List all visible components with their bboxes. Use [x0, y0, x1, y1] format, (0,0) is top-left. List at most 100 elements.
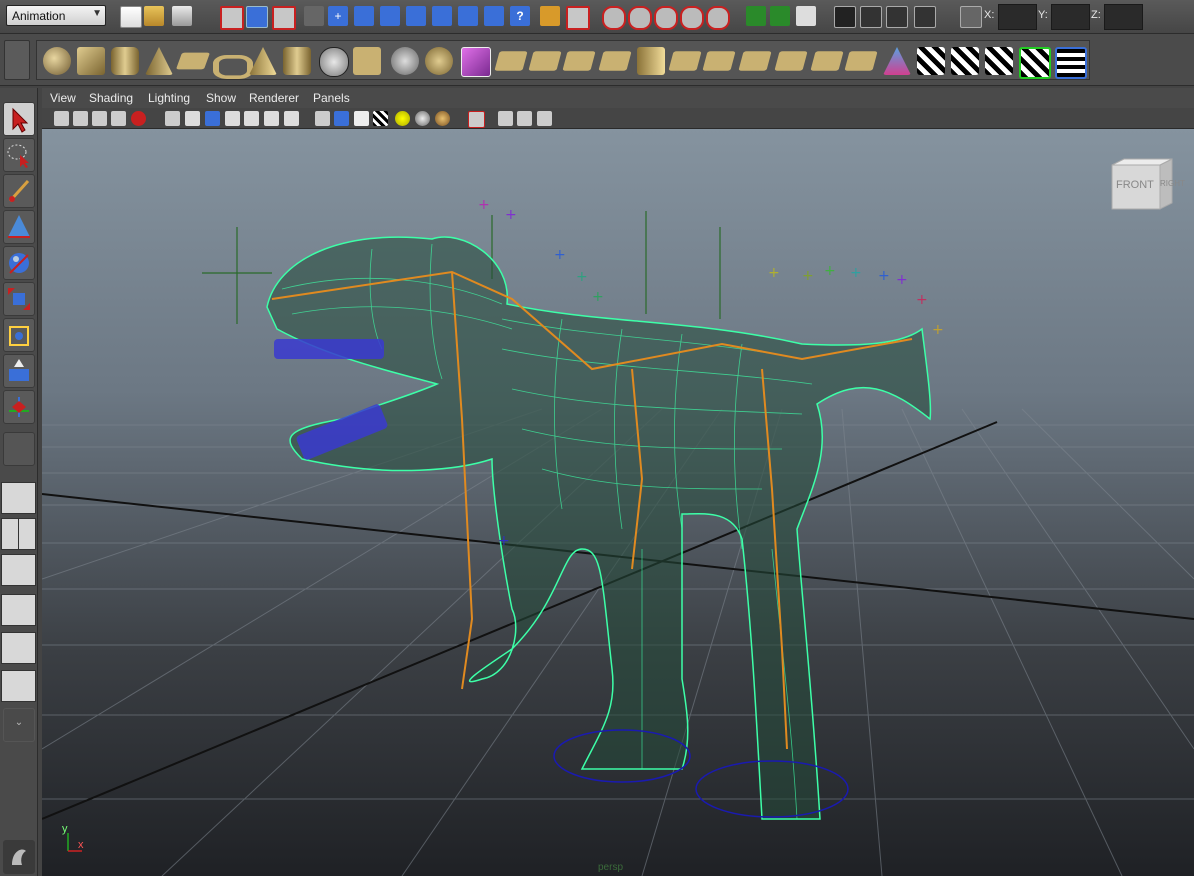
select-by-object-icon[interactable]	[246, 6, 268, 28]
wireframe-on-shaded-icon[interactable]	[354, 111, 369, 126]
nurbs-torus-icon[interactable]	[213, 55, 253, 79]
move-tool-icon[interactable]	[3, 210, 35, 244]
select-camera-icon[interactable]	[54, 111, 69, 126]
split-face-icon[interactable]	[637, 47, 665, 75]
checker-green-icon[interactable]	[1019, 47, 1051, 79]
menu-shading[interactable]: Shading	[89, 91, 133, 105]
poly-pyramid-icon[interactable]	[249, 47, 277, 75]
bookmarks-icon[interactable]	[92, 111, 107, 126]
hypershade-layout-icon[interactable]	[1, 632, 36, 664]
select-by-component-icon[interactable]	[272, 6, 296, 30]
snap-point-icon[interactable]	[654, 6, 678, 30]
edge-move-icon[interactable]	[774, 51, 808, 71]
menu-view[interactable]: View	[50, 91, 76, 105]
snap-curve-icon[interactable]	[628, 6, 652, 30]
subdiv-face-icon[interactable]	[598, 51, 632, 71]
nurbs-sphere-icon[interactable]	[43, 47, 71, 75]
highlight-icon[interactable]	[566, 6, 590, 30]
grid-toggle-icon[interactable]	[185, 111, 200, 126]
universal-manipulator-icon[interactable]	[3, 318, 35, 352]
xray-icon[interactable]	[498, 111, 513, 126]
show-manipulator-icon[interactable]	[3, 390, 35, 424]
merge-icon[interactable]	[810, 51, 844, 71]
snap-grid-icon[interactable]	[602, 6, 626, 30]
subdiv-pointer-icon[interactable]	[528, 51, 562, 71]
nurbs-cylinder-icon[interactable]	[111, 47, 139, 75]
facet-icon[interactable]	[702, 51, 736, 71]
select-rendering-icon[interactable]	[484, 6, 504, 26]
collapse-icon[interactable]	[668, 51, 702, 71]
lock-icon[interactable]	[540, 6, 560, 26]
checker-2-icon[interactable]	[951, 47, 979, 75]
resolution-gate-icon[interactable]	[225, 111, 240, 126]
camera-attributes-icon[interactable]	[73, 111, 88, 126]
help-icon[interactable]: ?	[510, 6, 530, 26]
snap-view-plane-icon[interactable]	[680, 6, 704, 30]
perspective-viewport[interactable]: + + + + + + + + + + + + + + y x FRONT RI…	[42, 129, 1194, 876]
four-pane-layout-icon[interactable]	[1, 518, 36, 550]
history-icon[interactable]	[796, 6, 816, 26]
last-tool-icon[interactable]	[3, 432, 35, 466]
select-curve-icon[interactable]	[380, 6, 400, 26]
2d-pan-zoom-icon[interactable]	[131, 111, 146, 126]
wireframe-shading-icon[interactable]	[315, 111, 330, 126]
lasso-tool-icon[interactable]	[3, 138, 35, 172]
persp-graph-layout-icon[interactable]	[1, 594, 36, 626]
x-field[interactable]	[998, 4, 1037, 30]
select-deformation-icon[interactable]	[432, 6, 452, 26]
film-gate-icon[interactable]	[205, 111, 220, 126]
single-pane-layout-icon[interactable]	[1, 482, 36, 514]
nurbs-cone-icon[interactable]	[145, 47, 173, 75]
isolate-select-icon[interactable]	[468, 111, 485, 128]
all-lights-icon[interactable]	[415, 111, 430, 126]
render-view-icon[interactable]	[834, 6, 856, 28]
split-edge-icon[interactable]	[562, 51, 596, 71]
nurbs-plane-icon[interactable]	[175, 52, 211, 70]
render-settings-icon[interactable]	[914, 6, 936, 28]
snap-live-icon[interactable]	[706, 6, 730, 30]
append-icon[interactable]	[844, 51, 878, 71]
xray-joints-icon[interactable]	[517, 111, 532, 126]
layout-menu-icon[interactable]: ⌄	[3, 708, 35, 742]
xray-components-icon[interactable]	[537, 111, 552, 126]
poly-cube-highlight-icon[interactable]	[461, 47, 491, 77]
poly-cube-icon[interactable]	[425, 47, 453, 75]
checker-grid-icon[interactable]	[1055, 47, 1087, 79]
checker-1-icon[interactable]	[917, 47, 945, 75]
field-chart-icon[interactable]	[264, 111, 279, 126]
face-cut-icon[interactable]	[738, 51, 772, 71]
image-plane-icon[interactable]	[111, 111, 126, 126]
menu-panels[interactable]: Panels	[313, 91, 350, 105]
select-dynamic-icon[interactable]	[458, 6, 478, 26]
input-line-icon[interactable]	[960, 6, 982, 28]
smooth-shade-icon[interactable]	[334, 111, 349, 126]
select-joint-icon[interactable]	[354, 6, 374, 26]
checker-3-icon[interactable]	[985, 47, 1013, 75]
select-handle-icon[interactable]: +	[328, 6, 348, 26]
shadows-icon[interactable]	[435, 111, 450, 126]
save-scene-icon[interactable]	[172, 6, 192, 26]
default-lighting-icon[interactable]	[395, 111, 410, 126]
menu-renderer[interactable]: Renderer	[249, 91, 299, 105]
nurbs-cube-icon[interactable]	[77, 47, 105, 75]
ipr-icon[interactable]	[886, 6, 908, 28]
select-by-hierarchy-icon[interactable]	[220, 6, 244, 30]
render-frame-icon[interactable]	[860, 6, 882, 28]
new-scene-icon[interactable]	[120, 6, 142, 28]
rotate-tool-icon[interactable]	[3, 246, 35, 280]
menu-set-dropdown[interactable]: Animation ▼	[6, 5, 106, 26]
subdiv-plane-icon[interactable]	[494, 51, 528, 71]
shelf-menu-handle[interactable]	[4, 40, 30, 80]
outliner-persp-layout-icon[interactable]	[1, 554, 36, 586]
input-icon[interactable]	[746, 6, 766, 26]
gate-mask-icon[interactable]	[244, 111, 259, 126]
mask-icon[interactable]	[304, 6, 324, 26]
open-scene-icon[interactable]	[144, 6, 164, 26]
menu-show[interactable]: Show	[206, 91, 236, 105]
select-surface-icon[interactable]	[406, 6, 426, 26]
wireframe-icon[interactable]	[165, 111, 180, 126]
paint-select-icon[interactable]	[3, 174, 35, 208]
view-cube[interactable]: FRONT RIGHT	[1110, 157, 1185, 213]
extrude-face-icon[interactable]	[353, 47, 381, 75]
poly-wedge-icon[interactable]	[391, 47, 419, 75]
